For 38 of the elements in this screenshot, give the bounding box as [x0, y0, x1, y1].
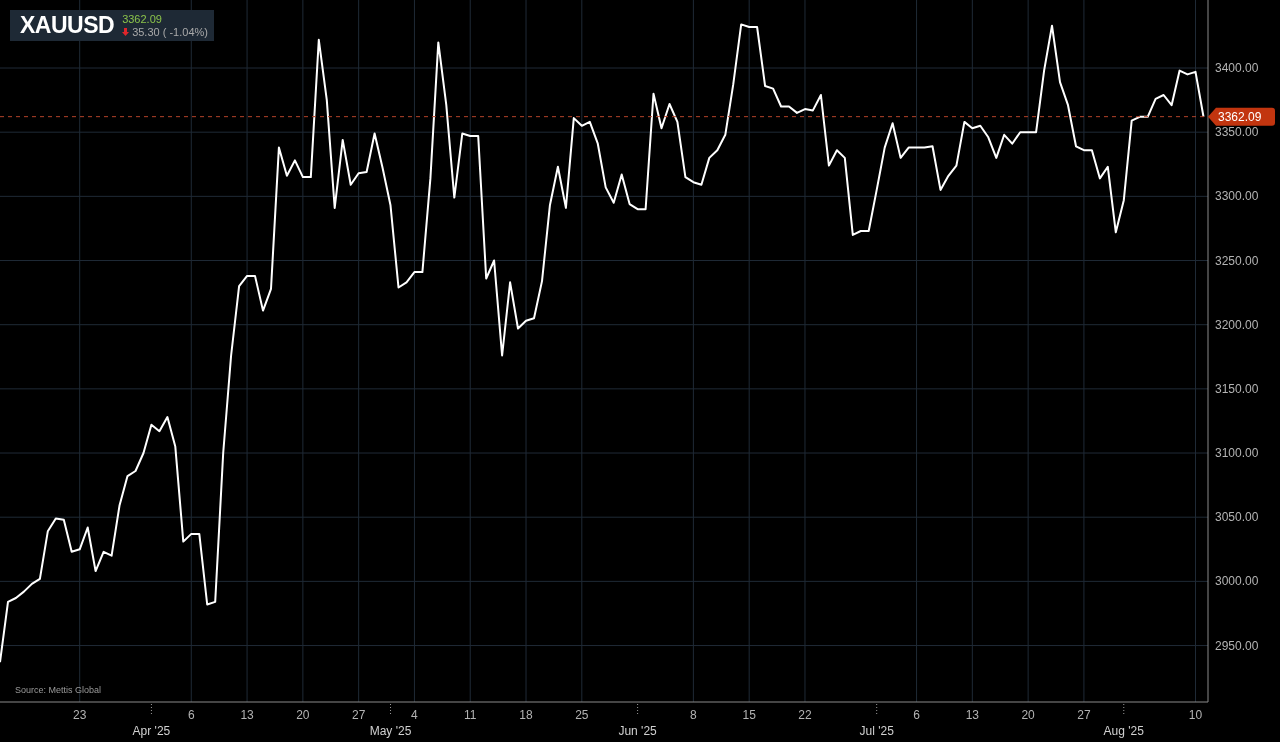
axis-label: 27	[351, 708, 366, 722]
axis-label: 15	[742, 708, 756, 722]
axis-label: May '25	[369, 724, 412, 738]
axis-label: 3150.00	[1215, 381, 1259, 396]
axis-label: 8	[690, 708, 697, 722]
axis-label: 11	[464, 708, 477, 722]
axis-label: 3050.00	[1215, 510, 1259, 525]
axis-label: Jul '25	[859, 724, 894, 738]
axis-label: 3200.00	[1215, 317, 1259, 332]
axis-label: 2950.00	[1215, 638, 1259, 653]
axis-label: 25	[575, 708, 589, 722]
axis-label: Jun '25	[618, 724, 657, 738]
ticker-symbol: XAUUSD	[20, 12, 115, 39]
axis-label: 3400.00	[1215, 61, 1259, 75]
axis-label: 10	[1188, 708, 1203, 722]
axis-label: 3000.00	[1215, 574, 1259, 589]
axis-label: 20	[296, 708, 310, 722]
axis-label: 3350.00	[1215, 125, 1259, 140]
axis-label: Apr '25	[132, 724, 171, 738]
last-price: 3362.09	[122, 12, 163, 26]
axis-label: 13	[965, 708, 979, 722]
axis-label: 27	[1077, 708, 1091, 722]
axis-label: 6	[187, 708, 195, 722]
price-tag: 3362.09	[1208, 107, 1275, 126]
ref-line-label: 3362.09	[1218, 109, 1262, 124]
axis-label: 20	[1021, 708, 1035, 722]
axis-label: 18	[519, 708, 533, 722]
axis-label: 3300.00	[1215, 189, 1259, 204]
axis-label: 3250.00	[1215, 253, 1259, 268]
axis-label: Aug '25	[1103, 724, 1144, 738]
source-note: Source: Mettis Global	[15, 685, 102, 695]
price-change: 35.30 ( -1.04%)	[132, 25, 208, 39]
axis-label: 3100.00	[1215, 446, 1259, 461]
axis-label: 4	[411, 708, 418, 722]
axis-label: 13	[240, 708, 254, 722]
axis-label: 22	[798, 708, 812, 722]
axis-label: 6	[913, 708, 920, 722]
axis-label: 23	[73, 708, 87, 722]
